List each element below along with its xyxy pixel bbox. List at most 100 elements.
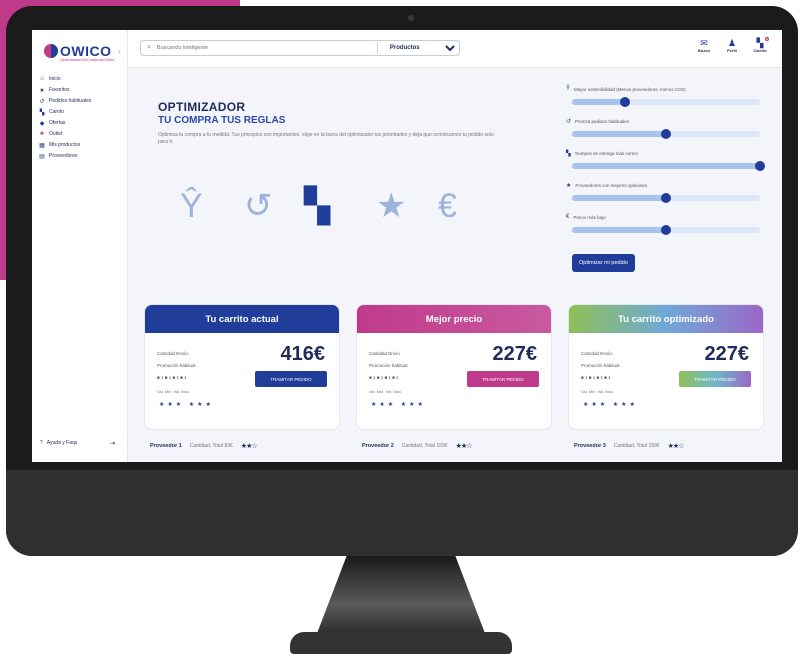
slider-label: Tiempos de entrega más cortos <box>574 151 638 156</box>
card-promo: Promoción habitual <box>369 363 408 368</box>
optimize-order-button[interactable]: Optimizar mi pedido <box>572 254 635 272</box>
checkout-button[interactable]: TRAMITAR PEDIDO <box>255 371 327 387</box>
provider-row[interactable]: Proveedor 2 Cantidad, Total 159€ ★★☆ <box>362 442 472 450</box>
monitor-base <box>290 632 512 654</box>
provider-rating-stars: ★★☆ <box>667 443 685 450</box>
provider-row[interactable]: Proveedor 1 Cantidad, Total 83€ ★★☆ <box>150 442 258 450</box>
optimizer-sliders: Ŷ Mayor sostenibilidad (Menos proveedores… <box>566 86 766 246</box>
slider-label: Precio más bajo <box>573 214 606 220</box>
slider-knob[interactable] <box>661 129 671 139</box>
euro-icon: € <box>566 214 570 220</box>
card-shipping: Cantidad Envío <box>369 351 400 356</box>
monitor-chin <box>6 470 798 556</box>
search-divider <box>376 42 378 54</box>
provider-total: Cantidad, Total 159€ <box>613 443 660 449</box>
monitor-stand <box>316 556 486 636</box>
slider-track[interactable] <box>572 193 760 203</box>
card-badges: ■ 1 ■ 1 ■ 1 ■ 1 <box>157 375 187 380</box>
sidebar-item-proveedores[interactable]: ▤ Proveedores <box>38 151 126 161</box>
sidebar-item-label: Outlet <box>49 131 63 137</box>
slider-track[interactable] <box>572 161 765 171</box>
history-icon: ↺ <box>39 98 45 105</box>
mailbox-button[interactable]: ✉ Buzón <box>694 38 714 53</box>
tag-icon: ◆ <box>39 120 45 127</box>
sidebar-item-mis-productos[interactable]: ▦ Mis productos <box>38 140 126 150</box>
slider-knob[interactable] <box>661 225 671 235</box>
provider-name: Proveedor 2 <box>362 443 394 449</box>
brand-tagline: OptimizadorDeComprasOnline <box>60 57 115 62</box>
slider-fill <box>572 163 760 169</box>
help-link[interactable]: ? Ayuda y Faqs <box>40 440 77 446</box>
provider-rating-stars: ★★☆ <box>240 443 258 450</box>
provider-name: Proveedor 3 <box>574 443 606 449</box>
sidebar-item-outlet[interactable]: ♣ Outlet <box>38 129 126 139</box>
slider-tiempos-entrega: ▚ Tiempos de entrega más cortos <box>566 150 766 182</box>
search-bar: ⌕ Productos <box>140 40 460 56</box>
slider-precio: € Precio más bajo <box>566 214 766 246</box>
logout-icon[interactable]: ⇥ <box>110 440 115 447</box>
chevron-left-icon[interactable]: ‹ <box>118 46 121 56</box>
card-shipping: Cantidad Envío <box>581 351 612 356</box>
card-price: 227€ <box>704 343 750 365</box>
cart-badge: ● <box>764 37 769 41</box>
cart-button[interactable]: ▚ ● Carrito <box>750 37 770 53</box>
card-rating-stars: ★★★ ★★★ <box>583 402 638 408</box>
profile-button[interactable]: ♟ Perfil <box>722 38 742 53</box>
slider-track[interactable] <box>572 225 760 235</box>
slider-label: Mayor sostenibilidad (Menos proveedores,… <box>574 86 686 92</box>
slider-fill <box>572 195 666 201</box>
euro-icon: € <box>438 187 457 225</box>
search-icon[interactable]: ⌕ <box>147 44 151 52</box>
history-icon: ↺ <box>244 187 273 225</box>
slider-knob[interactable] <box>755 161 765 171</box>
card-title: Tu carrito actual <box>145 305 339 333</box>
card-promo: Promoción habitual <box>581 363 620 368</box>
provider-total: Cantidad, Total 83€ <box>189 443 233 449</box>
card-badges: ■ 1 ■ 1 ■ 1 ■ 1 <box>581 375 611 380</box>
sidebar-item-pedidos-habituales[interactable]: ↺ Pedidos habituales <box>38 96 126 106</box>
slider-track[interactable] <box>572 97 760 107</box>
help-icon: ? <box>40 440 43 446</box>
slider-track[interactable] <box>572 129 760 139</box>
card-shipping: Cantidad Envío <box>157 351 188 356</box>
cart-icon: ▚ <box>39 109 45 116</box>
search-input[interactable] <box>156 45 377 51</box>
slider-label: Proveedores con mejores opiniones <box>575 183 648 188</box>
cart-label: Carrito <box>753 48 767 53</box>
card-price: 416€ <box>280 343 326 365</box>
mail-icon: ✉ <box>700 38 708 48</box>
slider-opiniones: ★ Proveedores con mejores opiniones <box>566 182 766 214</box>
sidebar-item-label: Inicio <box>49 76 61 82</box>
checkout-button[interactable]: TRAMITAR PEDIDO <box>467 371 539 387</box>
sidebar-item-ofertas[interactable]: ◆ Ofertas <box>38 118 126 128</box>
slider-label: Prioriza pedidos habituales <box>575 119 630 124</box>
provider-row[interactable]: Proveedor 3 Cantidad, Total 159€ ★★☆ <box>574 442 685 450</box>
checkout-button[interactable]: TRAMITAR PEDIDO <box>679 371 751 387</box>
sidebar: OWICO OptimizadorDeComprasOnline ‹ ⌂ Inic… <box>32 30 128 462</box>
sidebar-item-label: Carrito <box>49 109 65 115</box>
card-optimized-cart: Tu carrito optimizado Cantidad Envío Pro… <box>568 304 764 430</box>
page-description: Optimiza tu compra a tu medida. Tus prin… <box>158 132 494 145</box>
sidebar-item-carrito[interactable]: ▚ Carrito <box>38 107 126 117</box>
card-values: Val. Mín. Val. Máx. <box>157 389 190 394</box>
card-title: Mejor precio <box>357 305 551 333</box>
sidebar-item-label: Proveedores <box>49 153 78 159</box>
sidebar-item-inicio[interactable]: ⌂ Inicio <box>38 74 126 84</box>
sprout-icon: Ŷ <box>180 187 203 225</box>
card-values: Val. Mín. Val. Máx. <box>581 389 614 394</box>
provider-total: Cantidad, Total 159€ <box>401 443 448 449</box>
card-values: Val. Mín. Val. Máx. <box>369 389 402 394</box>
star-icon: ★ <box>39 87 45 94</box>
app-screen: OWICO OptimizadorDeComprasOnline ‹ ⌂ Inic… <box>32 30 782 462</box>
home-icon: ⌂ <box>40 76 44 82</box>
search-category-select[interactable]: Productos <box>385 44 458 52</box>
truck-icon: ▚ <box>566 151 571 157</box>
history-icon: ↺ <box>566 119 572 125</box>
slider-knob[interactable] <box>661 193 671 203</box>
sidebar-item-favoritos[interactable]: ★ Favoritos <box>38 85 126 95</box>
sidebar-item-label: Ofertas <box>49 120 66 126</box>
sidebar-nav: ⌂ Inicio ★ Favoritos ↺ Pedidos habituales ▚… <box>38 74 126 162</box>
camera-dot <box>408 15 414 21</box>
slider-knob[interactable] <box>619 97 630 107</box>
page-subtitle: TU COMPRA TUS REGLAS <box>158 115 286 126</box>
